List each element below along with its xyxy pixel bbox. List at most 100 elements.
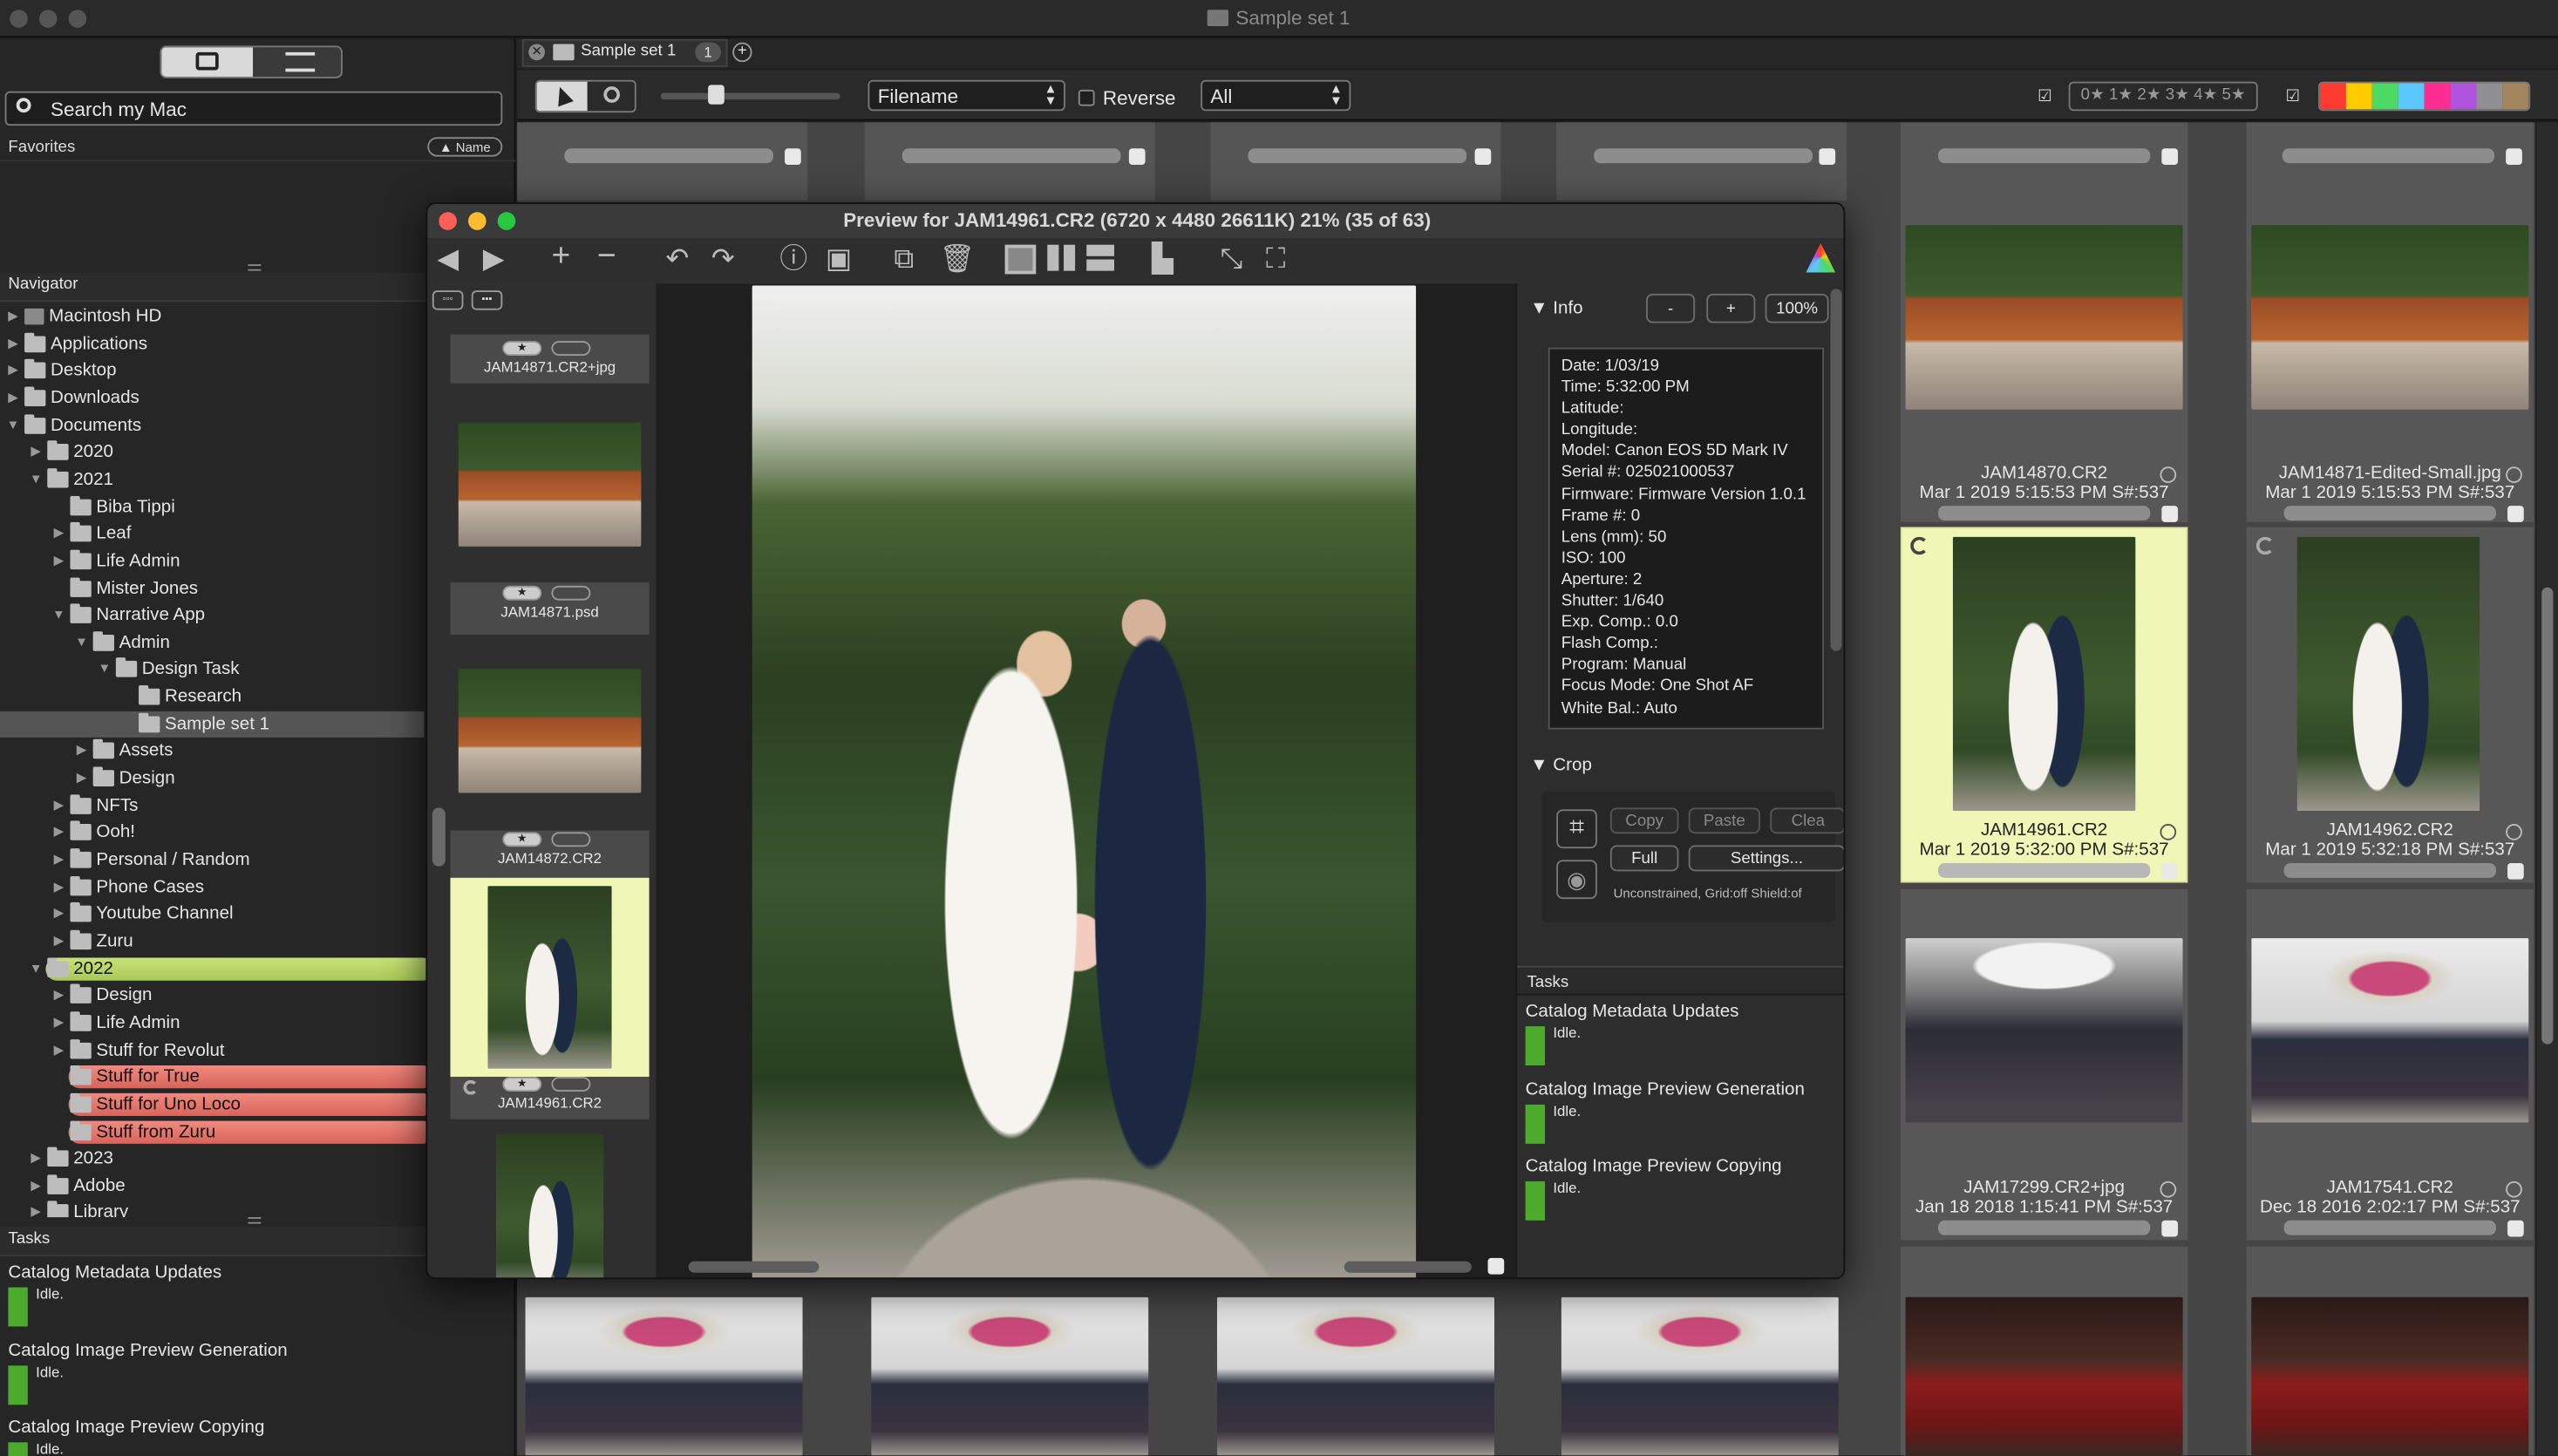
disclosure-right-icon[interactable]: ▶ — [30, 1179, 43, 1193]
rating-dots[interactable] — [1937, 862, 2151, 878]
disclosure-right-icon[interactable]: ▶ — [52, 554, 65, 568]
disclosure-right-icon[interactable]: ▶ — [52, 907, 65, 921]
disclosure-right-icon[interactable]: ▶ — [75, 771, 88, 785]
zoom-percent-button[interactable]: 100% — [1765, 293, 1829, 323]
thumbnail-size-slider[interactable] — [660, 92, 840, 100]
single-view-button[interactable] — [1004, 244, 1037, 275]
rating-toggle[interactable]: ★ — [502, 585, 542, 601]
split-view-button[interactable] — [1047, 244, 1076, 271]
thumbnail-image[interactable] — [1905, 1296, 2183, 1456]
select-checkbox[interactable] — [1128, 148, 1146, 166]
fit-icon[interactable]: ⤡ — [1221, 245, 1242, 273]
disclosure-down-icon[interactable]: ▼ — [98, 663, 111, 677]
color-filter-checkbox[interactable]: ☑ — [2286, 89, 2303, 106]
filmstrip-size-large[interactable]: ▪▪▪ — [471, 290, 503, 310]
zoom-tool-icon[interactable] — [603, 86, 621, 103]
thumbnail-image[interactable] — [2296, 536, 2480, 812]
stack-view-button[interactable] — [1086, 244, 1115, 271]
select-checkbox[interactable] — [2506, 148, 2522, 166]
disclosure-down-icon[interactable]: ▼ — [75, 636, 88, 649]
thumbnail-image[interactable] — [1216, 1296, 1495, 1456]
rotate-icon[interactable] — [2255, 536, 2275, 555]
rating-dots[interactable] — [901, 148, 1121, 164]
filmstrip-toggle-icon[interactable]: ▙ — [1152, 245, 1173, 273]
disclosure-right-icon[interactable]: ▶ — [30, 1206, 43, 1217]
label-radio[interactable] — [2506, 466, 2522, 483]
rating-dots[interactable] — [1937, 148, 2151, 164]
rating-dots[interactable] — [2283, 1220, 2496, 1235]
label-radio[interactable] — [2160, 1180, 2177, 1198]
crop-full-button[interactable]: Full — [1609, 845, 1679, 872]
label-radio[interactable] — [2506, 824, 2522, 840]
label-radio[interactable] — [2160, 824, 2177, 840]
rating-dots[interactable] — [1937, 506, 2151, 520]
filmstrip-thumbnail[interactable] — [458, 669, 642, 793]
color-swatch[interactable] — [2502, 83, 2529, 110]
zoom-in-icon[interactable]: + — [551, 240, 570, 272]
rotate-left-icon[interactable]: ↶ — [665, 245, 689, 273]
disclosure-right-icon[interactable]: ▶ — [52, 1016, 65, 1030]
thumbnail-image[interactable] — [871, 1296, 1149, 1456]
thumbnail-image[interactable] — [2251, 225, 2529, 410]
select-checkbox[interactable] — [1474, 148, 1492, 166]
reverse-checkbox[interactable] — [1078, 89, 1095, 106]
rotate-right-icon[interactable]: ↷ — [711, 245, 735, 273]
star-filter[interactable]: 0★ 1★ 2★ 3★ 4★ 5★ — [2068, 81, 2258, 112]
tree-item[interactable]: Sample set 1 — [0, 711, 425, 738]
disclosure-right-icon[interactable]: ▶ — [6, 364, 19, 378]
label-toggle[interactable] — [551, 585, 591, 601]
label-toggle[interactable] — [551, 1077, 591, 1092]
crop-copy-button[interactable]: Copy — [1609, 807, 1679, 834]
filmstrip-thumbnail[interactable] — [487, 886, 612, 1069]
rating-dots[interactable] — [2283, 862, 2496, 878]
disclosure-right-icon[interactable]: ▶ — [52, 934, 65, 948]
rating-dots[interactable] — [2282, 148, 2495, 164]
preview-image[interactable] — [752, 285, 1417, 1278]
color-swatch[interactable] — [2371, 83, 2398, 110]
disclosure-right-icon[interactable]: ▶ — [30, 445, 43, 459]
select-checkbox[interactable] — [2161, 148, 2179, 166]
disclosure-right-icon[interactable]: ▶ — [30, 1152, 43, 1165]
select-checkbox[interactable] — [1819, 148, 1836, 166]
disclosure-right-icon[interactable]: ▶ — [52, 527, 65, 541]
disclosure-down-icon[interactable]: ▼ — [30, 961, 43, 975]
disclosure-right-icon[interactable]: ▶ — [52, 826, 65, 840]
disclosure-right-icon[interactable]: ▶ — [52, 853, 65, 867]
color-swatch[interactable] — [2398, 83, 2425, 110]
splitter-handle[interactable] — [248, 1217, 262, 1224]
label-radio[interactable] — [2160, 466, 2177, 483]
thumbnail-image[interactable] — [1561, 1296, 1839, 1456]
disclosure-down-icon[interactable]: ▼ — [30, 473, 43, 486]
zoom-plus-button[interactable]: + — [1706, 293, 1756, 323]
select-checkbox[interactable] — [2161, 506, 2179, 522]
rating-toggle[interactable]: ★ — [502, 1077, 542, 1092]
disclosure-right-icon[interactable]: ▶ — [52, 880, 65, 894]
disclosure-right-icon[interactable]: ▶ — [6, 337, 19, 350]
thumbnail-image[interactable] — [2251, 1296, 2529, 1456]
search-input[interactable]: Search my Mac — [51, 98, 187, 120]
tool-segment[interactable] — [534, 79, 636, 113]
thumbnail-image[interactable] — [1952, 536, 2136, 812]
disclosure-right-icon[interactable]: ▶ — [52, 1043, 65, 1057]
grid-scrollbar-thumb[interactable] — [2541, 587, 2554, 1044]
rating-dots[interactable] — [1937, 1220, 2151, 1235]
preview-hscroll-right[interactable] — [1344, 1261, 1472, 1273]
star-filter-checkbox[interactable]: ☑ — [2038, 89, 2054, 106]
crop-preview-eye-icon[interactable]: ◉ — [1556, 860, 1597, 900]
close-tab-icon[interactable]: ✕ — [528, 44, 545, 61]
splitter-handle[interactable] — [248, 264, 262, 271]
add-tab-icon[interactable]: + — [732, 42, 752, 63]
crop-section-toggle[interactable]: ▼ Crop — [1530, 755, 1592, 774]
info-icon[interactable]: ⓘ — [779, 245, 807, 273]
select-checkbox[interactable] — [2161, 1220, 2179, 1237]
thumbnail-image[interactable] — [2251, 938, 2529, 1123]
crop-settings-button[interactable]: Settings... — [1688, 845, 1844, 872]
disclosure-right-icon[interactable]: ▶ — [52, 798, 65, 812]
color-swatch[interactable] — [2319, 83, 2346, 110]
rating-dots[interactable] — [1248, 148, 1467, 164]
thumbnail-image[interactable] — [1905, 938, 2183, 1123]
filmstrip-size-small[interactable]: ▫▫▫ — [432, 290, 464, 310]
back-arrow-icon[interactable]: ◀ — [437, 245, 458, 273]
label-radio[interactable] — [2506, 1180, 2522, 1198]
select-checkbox[interactable] — [785, 148, 801, 166]
